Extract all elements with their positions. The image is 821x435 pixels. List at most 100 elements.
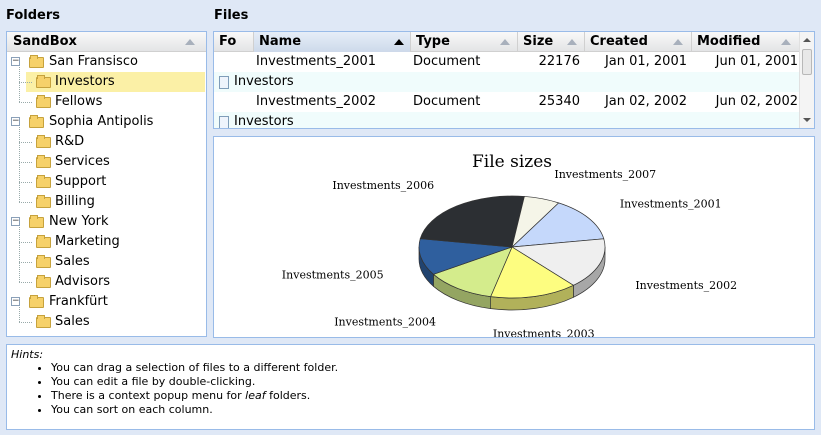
tree-connector [19,262,32,263]
file-folder-row[interactable]: Investors [214,112,800,129]
tree-node[interactable]: R&D [26,132,205,152]
collapse-icon[interactable]: − [11,217,20,226]
document-icon [219,116,229,128]
file-sizes-chart: File sizes Investments_2001 Investments_2… [213,136,815,338]
tree-node-label: New York [49,214,109,229]
column-header-modified[interactable]: Modified [692,32,800,52]
hint-item: There is a context popup menu for leaf f… [51,389,810,403]
tree-header[interactable]: SandBox [7,32,206,52]
file-name-cell: Investments_2002 [256,94,376,109]
folder-tree[interactable]: SandBox − San Fransisco Investors Fellows − S… [6,31,207,337]
tree-node-label: Fellows [55,94,103,109]
file-size-cell: 25340 [538,94,580,109]
collapse-icon[interactable]: − [11,297,20,306]
folder-icon [36,135,51,148]
tree-node[interactable]: − New York [9,212,205,232]
collapse-icon[interactable]: − [11,117,20,126]
file-row[interactable]: Investments_2002 Document 25340 Jan 02, 200… [214,92,800,112]
sort-arrow-icon [567,39,577,45]
file-folder-row[interactable]: Investors [214,72,800,92]
collapse-icon[interactable]: − [11,57,20,66]
tree-node[interactable]: Advisors [26,272,205,292]
tree-connector [19,242,32,243]
file-name-cell: Investments_2001 [256,54,376,69]
folder-icon [36,275,51,288]
grid-header: Fo Name Type Size Created Modified [214,32,800,52]
folder-icon [36,95,51,108]
tree-node[interactable]: Sales [26,312,205,332]
tree-node[interactable]: Fellows [26,92,205,112]
folder-icon [29,295,44,308]
tree-node[interactable]: Billing [26,192,205,212]
tree-node[interactable]: − Frankfürt [9,292,205,312]
tree-connector [19,82,32,83]
folder-icon [36,235,51,248]
column-header-folder[interactable]: Fo [214,32,254,52]
file-size-cell: 22176 [538,54,580,69]
folder-icon [36,155,51,168]
tree-connector [19,227,20,282]
tree-node-label: San Fransisco [49,54,138,69]
pie-slice-label: Investments_2002 [635,279,737,292]
column-header-type[interactable]: Type [411,32,518,52]
tree-connector [19,307,20,322]
tree-node[interactable]: Investors [26,72,205,92]
pie-slice-label: Investments_2006 [332,179,434,192]
tree-node-label: Billing [55,194,95,209]
tree-node[interactable]: Sales [26,252,205,272]
pie-slice [419,195,525,248]
hints-panel: Hints: You can drag a selection of files… [6,344,815,430]
files-grid[interactable]: Fo Name Type Size Created Modified Inves… [213,31,815,129]
sort-arrow-icon [185,39,195,45]
hints-list: You can drag a selection of files to a d… [11,361,810,417]
file-folder-cell: Investors [234,114,294,129]
hint-item: You can drag a selection of files to a d… [51,361,810,375]
tree-node[interactable]: Services [26,152,205,172]
tree-connector [19,322,32,323]
sort-arrow-icon [500,39,510,45]
tree-connector [19,202,32,203]
file-created-cell: Jan 02, 2002 [604,94,687,109]
files-panel-title: Files [214,8,249,23]
tree-node[interactable]: − Sophia Antipolis [9,112,205,132]
tree-node-label: Advisors [55,274,111,289]
folder-icon [29,115,44,128]
pie-chart-svg: File sizes Investments_2001 Investments_2… [282,152,737,337]
hint-item: You can edit a file by double-clicking. [51,375,810,389]
column-header-name[interactable]: Name [254,32,411,52]
folder-icon [36,75,51,88]
tree-connector [19,127,20,202]
pie-slice-label: Investments_2005 [282,268,384,281]
tree-node-label: Services [55,154,110,169]
scroll-down-icon[interactable] [803,118,811,122]
tree-node-label: Sophia Antipolis [49,114,154,129]
folder-icon [36,315,51,328]
sort-arrow-icon [781,39,791,45]
folder-icon [29,215,44,228]
tree-node[interactable]: − San Fransisco [9,52,205,72]
scroll-up-icon[interactable] [803,38,811,42]
tree-node-label: R&D [55,134,85,149]
chart-title: File sizes [472,152,552,172]
tree-node-label: Frankfürt [49,294,108,309]
hint-item: You can sort on each column. [51,403,810,417]
folder-icon [36,255,51,268]
file-row[interactable]: Investments_2001 Document 22176 Jan 01, 200… [214,52,800,72]
folder-icon [36,175,51,188]
column-header-created[interactable]: Created [585,32,692,52]
scrollbar-thumb[interactable] [802,49,812,75]
pie-slice-label: Investments_2003 [493,328,595,337]
column-header-size[interactable]: Size [518,32,585,52]
tree-connector [19,142,32,143]
tree-connector [19,67,20,102]
pie-slice-label: Investments_2001 [620,197,722,210]
folder-icon [29,55,44,68]
tree-node[interactable]: Marketing [26,232,205,252]
tree-connector [19,102,32,103]
vertical-scrollbar[interactable] [799,32,814,128]
tree-node-label: Support [55,174,107,189]
hint-leaf-word: leaf [245,389,266,402]
tree-connector [19,162,32,163]
tree-node[interactable]: Support [26,172,205,192]
sort-ascending-icon [394,39,404,45]
